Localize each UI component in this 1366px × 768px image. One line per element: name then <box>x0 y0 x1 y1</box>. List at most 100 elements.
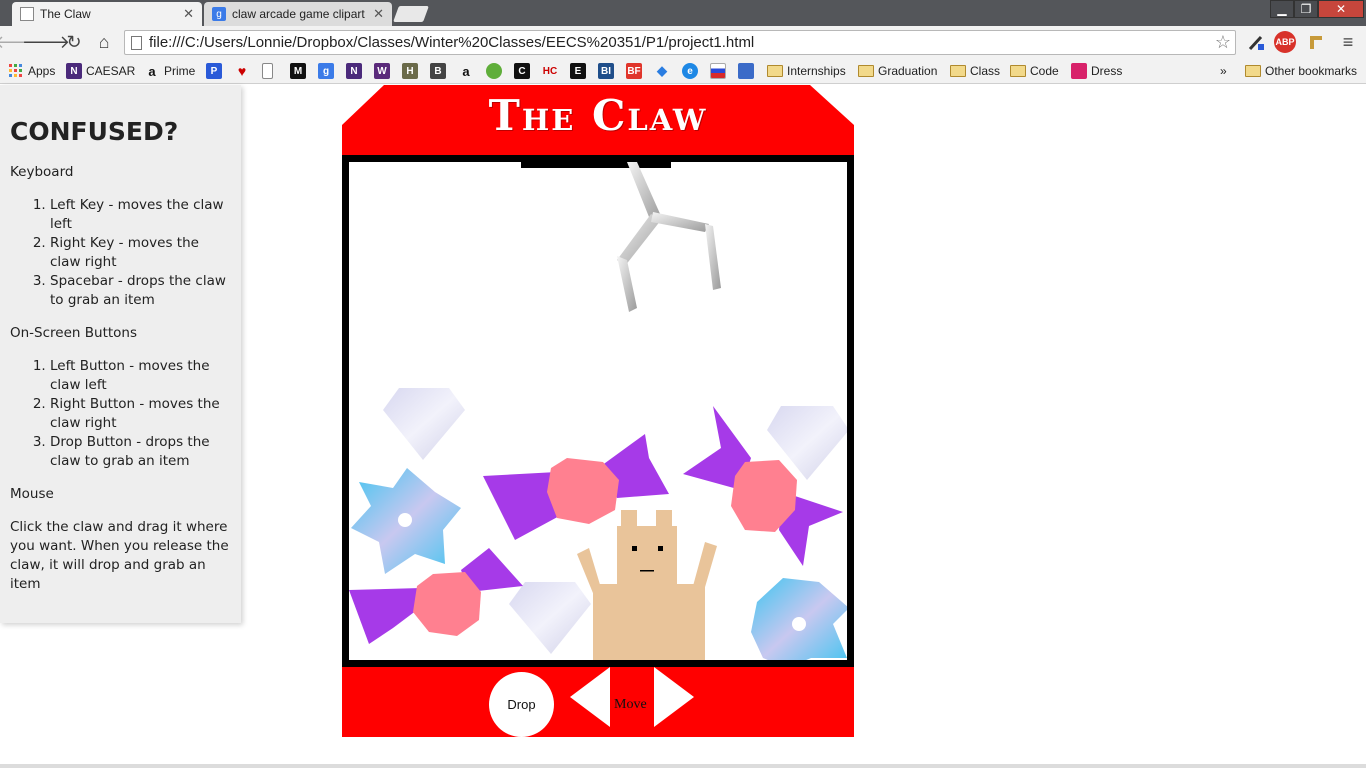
bookmark-label: Apps <box>28 64 56 78</box>
close-tab-icon[interactable]: ✕ <box>373 6 384 22</box>
apps-grid-icon <box>8 63 24 79</box>
mouse-text: Click the claw and drag it where you wan… <box>10 519 229 592</box>
folder-icon <box>1245 65 1261 77</box>
candy-prize <box>483 434 669 540</box>
bookmark-bb[interactable]: B <box>430 62 446 80</box>
ie-icon: e <box>682 63 698 79</box>
bookmark-blank[interactable] <box>262 62 273 80</box>
bookmark-folder-graduation[interactable]: Graduation <box>858 62 937 80</box>
tab-title: claw arcade game clipart - <box>232 7 368 21</box>
folder-icon <box>858 65 874 77</box>
bookmark-pandora[interactable]: P <box>206 62 222 80</box>
folder-icon <box>950 65 966 77</box>
bf-icon: BF <box>626 63 642 79</box>
game-canvas[interactable] <box>342 155 854 667</box>
machine-roof: The Claw <box>342 85 854 157</box>
restore-button[interactable]: ❐ <box>1294 0 1318 18</box>
keyboard-item: Left Key - moves the claw left <box>50 196 231 234</box>
bookmark-label: Code <box>1030 64 1059 78</box>
bookmarks-overflow-button[interactable]: » <box>1220 62 1227 80</box>
extension-icon[interactable] <box>1306 32 1326 52</box>
bookmark-folder-class[interactable]: Class <box>950 62 1000 80</box>
bookmark-folder-code[interactable]: Code <box>1010 62 1059 80</box>
bookmark-folder-other[interactable]: Other bookmarks <box>1245 62 1357 80</box>
move-left-button[interactable] <box>570 667 610 727</box>
close-tab-icon[interactable]: ✕ <box>183 6 194 22</box>
buttons-item: Left Button - moves the claw left <box>50 357 231 395</box>
move-right-button[interactable] <box>654 667 694 727</box>
bookmark-m[interactable]: M <box>290 62 306 80</box>
adblock-icon[interactable]: ABP <box>1274 31 1296 53</box>
bookmark-bi[interactable]: BI <box>598 62 614 80</box>
eyedropper-icon[interactable] <box>1246 32 1266 52</box>
bookmark-w[interactable]: W <box>374 62 390 80</box>
bookmark-star-icon[interactable]: ☆ <box>1215 32 1231 53</box>
bookmark-caesar[interactable]: N CAESAR <box>66 62 135 80</box>
flag-icon <box>710 63 726 79</box>
caesar-icon: N <box>66 63 82 79</box>
bookmark-apps[interactable]: Apps <box>8 62 55 80</box>
hs-icon: H <box>402 63 418 79</box>
bookmark-n[interactable]: N <box>346 62 362 80</box>
bookmark-dress[interactable]: Dress <box>1071 62 1122 80</box>
close-window-button[interactable]: ✕ <box>1318 0 1364 18</box>
control-panel: Drop Move <box>342 667 854 737</box>
url-text: file:///C:/Users/Lonnie/Dropbox/Classes/… <box>149 34 755 51</box>
bookmark-label: Internships <box>787 64 846 78</box>
dress-icon <box>1071 63 1087 79</box>
adblock-label: ABP <box>1275 37 1295 47</box>
bookmark-label: Dress <box>1091 64 1123 78</box>
reload-icon[interactable]: ↻ <box>62 30 86 54</box>
alien-icon <box>486 63 502 79</box>
bookmark-prime[interactable]: a Prime <box>144 62 195 80</box>
help-title: CONFUSED? <box>10 117 179 146</box>
bookmark-google[interactable]: g <box>318 62 334 80</box>
buttons-item: Right Button - moves the claw right <box>50 395 231 433</box>
bookmark-c[interactable]: C <box>514 62 530 80</box>
tab-the-claw[interactable]: The Claw ✕ <box>12 2 202 26</box>
keyboard-item: Spacebar - drops the claw to grab an ite… <box>50 272 231 310</box>
folder-icon <box>767 65 783 77</box>
c-icon: C <box>514 63 530 79</box>
page-icon <box>131 36 142 50</box>
drop-button[interactable]: Drop <box>489 672 554 737</box>
diamond-prize <box>383 388 465 460</box>
n-icon: N <box>346 63 362 79</box>
keyboard-heading: Keyboard <box>10 164 74 180</box>
claw[interactable] <box>617 162 721 312</box>
bookmark-hs[interactable]: H <box>402 62 418 80</box>
help-panel: CONFUSED? Keyboard Left Key - moves the … <box>0 85 241 623</box>
dropbox-icon: ◆ <box>657 63 667 78</box>
page-icon <box>262 63 273 79</box>
bookmark-flag[interactable] <box>710 62 726 80</box>
google-icon: g <box>318 63 334 79</box>
candy-prize <box>349 548 523 644</box>
minimize-button[interactable]: ▁ <box>1270 0 1294 18</box>
bookmark-dropbox[interactable]: ◆ <box>654 62 670 80</box>
bookmark-folder-internships[interactable]: Internships <box>767 62 846 80</box>
google-icon: g <box>212 7 226 21</box>
forward-arrow-icon[interactable]: 🡒 <box>22 30 70 54</box>
bookmark-blue[interactable] <box>738 62 754 80</box>
buttons-heading: On-Screen Buttons <box>10 325 138 341</box>
bookmark-hc[interactable]: HC <box>542 62 558 80</box>
claw-rail <box>521 162 671 168</box>
bookmark-ie[interactable]: e <box>682 62 698 80</box>
new-tab-button[interactable] <box>393 6 429 22</box>
bookmark-bf[interactable]: BF <box>626 62 642 80</box>
move-label: Move <box>614 697 647 712</box>
bookmark-label: Prime <box>164 64 196 78</box>
bookmark-green[interactable] <box>486 62 502 80</box>
bookmarks-bar: Apps N CAESAR a Prime P ♥ M g N W H B a … <box>0 58 1366 84</box>
home-icon[interactable]: ⌂ <box>92 30 116 54</box>
claw-machine: The Claw Drop Move <box>342 85 854 737</box>
amazon-icon: a <box>462 63 470 79</box>
bookmark-e[interactable]: E <box>570 62 586 80</box>
bookmark-iheart[interactable]: ♥ <box>234 62 250 80</box>
bookmark-label: Graduation <box>878 64 938 78</box>
folder-icon <box>1010 65 1026 77</box>
menu-icon[interactable]: ≡ <box>1338 32 1358 52</box>
bookmark-amazon[interactable]: a <box>458 62 474 80</box>
address-bar[interactable]: file:///C:/Users/Lonnie/Dropbox/Classes/… <box>124 30 1236 55</box>
tab-clipart-search[interactable]: g claw arcade game clipart - ✕ <box>204 2 392 26</box>
